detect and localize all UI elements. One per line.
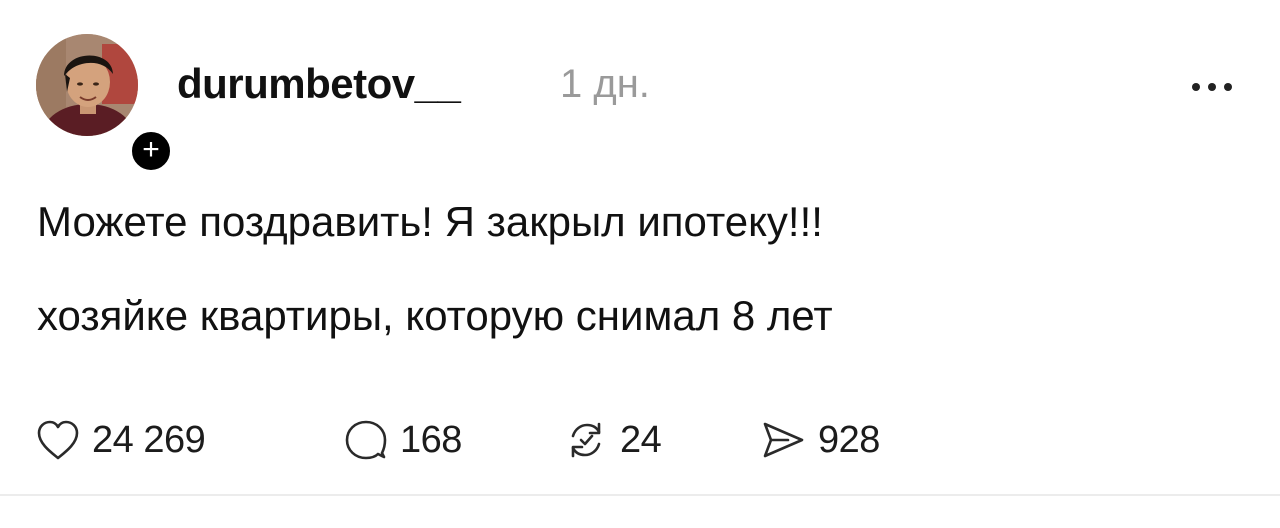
username[interactable]: durumbetov__ (177, 60, 461, 108)
more-dots-icon (1208, 83, 1216, 91)
avatar-photo (36, 34, 138, 136)
comment-icon (345, 420, 387, 460)
comment-button[interactable]: 168 (344, 408, 462, 472)
post-text-line: хозяйке квартиры, которую снимал 8 лет (37, 292, 833, 339)
avatar-container: + (36, 34, 174, 174)
follow-button[interactable]: + (128, 128, 174, 174)
send-icon (763, 422, 804, 458)
repost-button[interactable]: 24 (564, 408, 662, 472)
more-dots-icon (1192, 83, 1200, 91)
action-bar: 24 269 168 24 928 (0, 408, 1280, 472)
plus-icon: + (142, 132, 160, 166)
thread-post: + durumbetov__ 1 дн. Можете поздравить! … (0, 0, 1280, 528)
heart-icon (37, 420, 79, 460)
more-options-button[interactable] (1180, 70, 1244, 104)
like-button[interactable]: 24 269 (36, 408, 206, 472)
comment-count: 168 (400, 418, 462, 461)
post-time: 1 дн. (560, 62, 650, 106)
share-button[interactable]: 928 (760, 408, 880, 472)
like-count: 24 269 (92, 418, 206, 461)
avatar[interactable] (36, 34, 138, 136)
repost-icon (571, 422, 601, 458)
post-text-line: Можете поздравить! Я закрыл ипотеку!!! (37, 198, 823, 245)
share-count: 928 (818, 418, 880, 461)
more-dots-icon (1224, 83, 1232, 91)
divider (0, 494, 1280, 496)
repost-count: 24 (620, 418, 662, 461)
